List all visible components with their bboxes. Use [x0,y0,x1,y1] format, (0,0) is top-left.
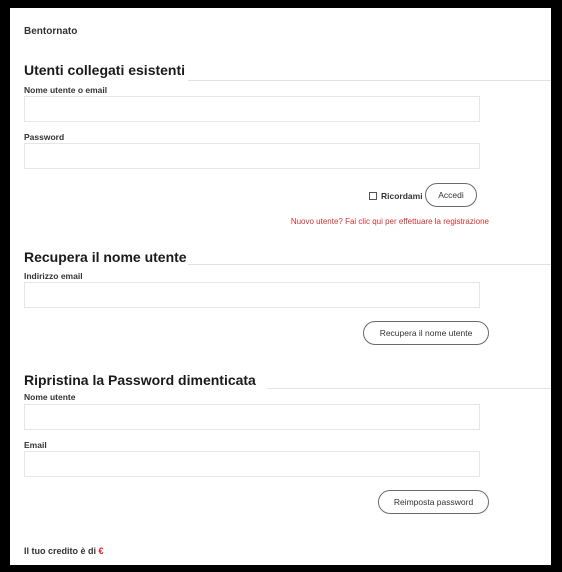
reset-password-button[interactable]: Reimposta password [378,490,489,514]
username-or-email-label: Nome utente o email [24,85,108,95]
password-input[interactable] [24,143,480,169]
reset-password-section-divider [267,388,551,389]
credit-label: Il tuo credito è di [24,546,97,556]
remember-me-checkbox[interactable] [369,192,377,200]
reset-email-input[interactable] [24,451,480,477]
email-address-label: Indirizzo email [24,271,83,281]
register-link[interactable]: Nuovo utente? Fai clic qui per effettuar… [291,217,489,226]
reset-username-label: Nome utente [24,392,76,402]
reset-email-label: Email [24,440,47,450]
login-section-title: Utenti collegati esistenti [24,62,186,78]
recover-email-input[interactable] [24,282,480,308]
password-label: Password [24,132,65,142]
username-or-email-input[interactable] [24,96,480,122]
reset-username-input[interactable] [24,404,480,430]
remember-me-toggle[interactable]: Ricordami [369,191,423,201]
credit-balance: Il tuo credito è di € [24,546,104,556]
reset-password-section-title: Ripristina la Password dimenticata [24,372,256,388]
recover-username-section-divider [188,264,551,265]
page-frame: Bentornato Utenti collegati esistenti No… [10,8,551,565]
recover-username-button[interactable]: Recupera il nome utente [363,321,489,345]
login-section-divider [188,80,551,81]
euro-icon: € [98,546,104,556]
welcome-text: Bentornato [24,26,78,37]
recover-username-section-title: Recupera il nome utente [24,249,187,265]
login-button[interactable]: Accedi [425,183,477,207]
remember-me-label: Ricordami [381,191,423,201]
